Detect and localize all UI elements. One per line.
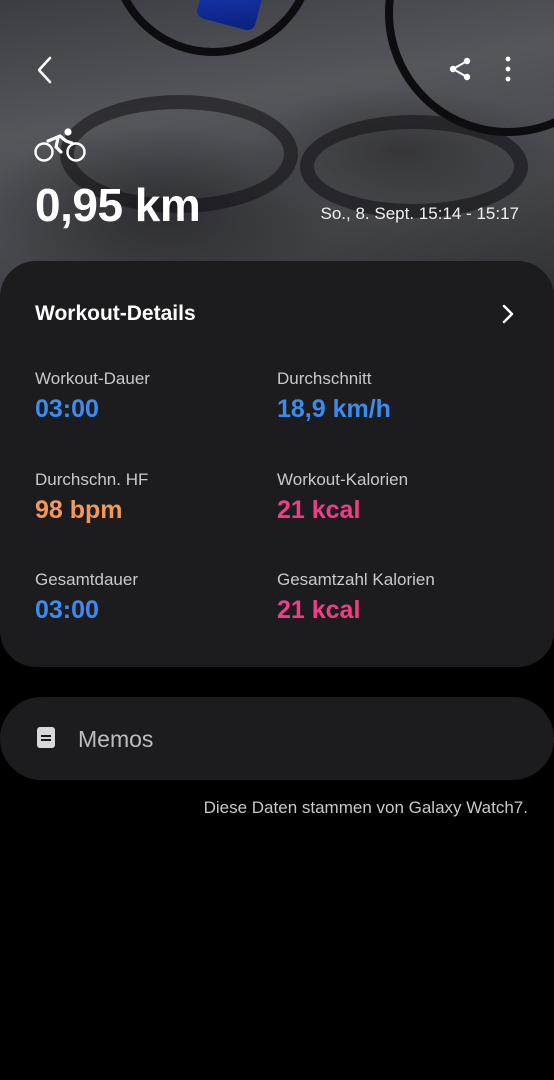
more-vertical-icon — [505, 56, 511, 82]
stat-label-average-speed: Durchschnitt — [277, 369, 372, 388]
stat-label-total-duration: Gesamtdauer — [35, 570, 138, 589]
share-button[interactable] — [440, 49, 480, 89]
workout-details-title: Workout-Details — [35, 302, 196, 325]
data-source-note: Diese Daten stammen von Galaxy Watch7. — [203, 798, 528, 817]
memos-label: Memos — [78, 726, 154, 752]
stat-value-workout-calories: 21 kcal — [277, 496, 361, 524]
stat-value-workout-duration: 03:00 — [35, 395, 99, 423]
stat-value-total-duration: 03:00 — [35, 596, 99, 624]
distance-value: 0,95 km — [35, 179, 201, 231]
share-icon — [449, 57, 471, 81]
back-button[interactable] — [25, 50, 65, 90]
workout-date-range: So., 8. Sept. 15:14 - 15:17 — [320, 204, 519, 223]
stat-label-workout-duration: Workout-Dauer — [35, 369, 150, 388]
stat-value-average-heart-rate: 98 bpm — [35, 496, 123, 524]
memo-icon — [37, 727, 55, 748]
bike-wheel-decoration — [110, 0, 316, 56]
stat-label-average-heart-rate: Durchschn. HF — [35, 470, 149, 489]
stat-value-total-calories: 21 kcal — [277, 596, 361, 624]
stat-label-workout-calories: Workout-Kalorien — [277, 470, 409, 489]
stat-value-average-speed: 18,9 km/h — [277, 395, 391, 423]
cycling-icon — [34, 128, 86, 162]
stat-label-total-calories: Gesamtzahl Kalorien — [277, 570, 435, 589]
more-options-button[interactable] — [488, 49, 528, 89]
workout-detail-screen: 0,95 km So., 8. Sept. 15:14 - 15:17 Work… — [0, 0, 554, 1080]
wheel-shadow-decoration — [300, 115, 528, 218]
chevron-right-icon — [502, 304, 514, 324]
workout-details-open-button[interactable] — [494, 300, 522, 328]
chevron-left-icon — [37, 56, 52, 84]
